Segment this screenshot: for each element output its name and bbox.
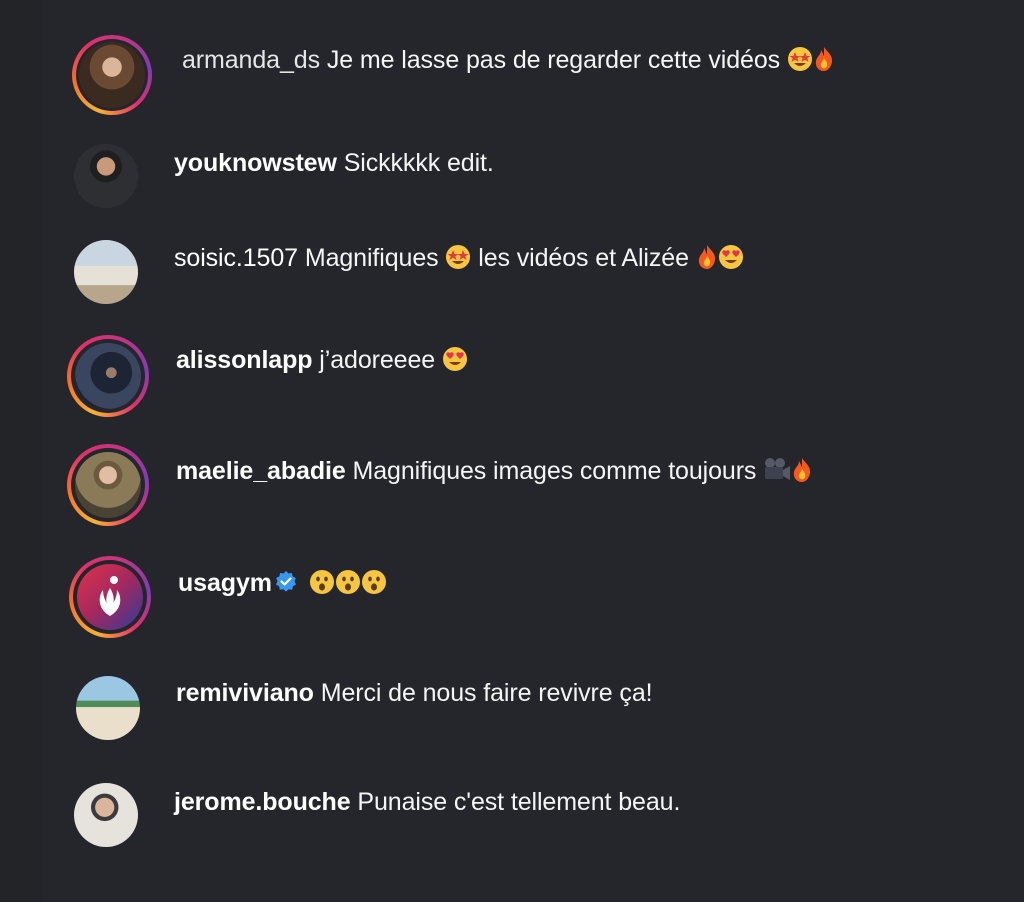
verified-badge-icon (275, 571, 296, 592)
comment-body: Magnifiques (304, 244, 439, 272)
story-ring[interactable] (72, 35, 152, 115)
fire-emoji (815, 47, 833, 71)
comment-username[interactable]: armanda_ds (182, 46, 320, 74)
avatar[interactable] (76, 676, 140, 740)
avatar[interactable] (74, 783, 138, 847)
comment-text: alissonlapp j’adoreeee (176, 345, 468, 375)
comment-username[interactable]: soisic.1507 (174, 244, 298, 272)
star-struck-emoji (787, 47, 812, 71)
astonished-emoji (361, 570, 386, 594)
heart-eyes-emoji (442, 347, 467, 371)
comment-item: soisic.1507 Magnifiques les vidéos et Al… (0, 240, 1024, 304)
comment-text: usagym (178, 568, 387, 598)
comment-text: soisic.1507 Magnifiques les vidéos et Al… (174, 243, 744, 273)
comment-username[interactable]: maelie_abadie (176, 457, 346, 485)
story-ring[interactable] (67, 444, 149, 526)
avatar[interactable] (79, 42, 145, 108)
astonished-emoji (309, 570, 334, 594)
comment-item: armanda_ds Je me lasse pas de regarder c… (0, 35, 1024, 115)
movie-camera-emoji (765, 458, 791, 480)
star-struck-emoji (446, 245, 471, 269)
fire-emoji (794, 458, 811, 482)
comment-username[interactable]: alissonlapp (176, 346, 313, 374)
comment-text: youknowstew Sickkkkk edit. (174, 148, 494, 178)
comment-item: youknowstew Sickkkkk edit. (0, 144, 1024, 208)
comment-text: armanda_ds Je me lasse pas de regarder c… (182, 45, 835, 75)
comment-text: remiviviano Merci de nous faire revivre … (176, 678, 653, 708)
avatar[interactable] (74, 240, 138, 304)
comment-item: maelie_abadie Magnifiques images comme t… (0, 444, 1024, 526)
comment-body-continued: les vidéos et Alizée (478, 244, 689, 272)
comment-body: j’adoreeee (319, 346, 436, 374)
avatar[interactable] (75, 343, 141, 409)
comment-item: alissonlapp j’adoreeee (0, 335, 1024, 417)
comment-body: Je me lasse pas de regarder cette vidéos (326, 46, 781, 74)
comment-item: usagym (0, 556, 1024, 638)
comments-panel: armanda_ds Je me lasse pas de regarder c… (0, 0, 1024, 902)
comment-username[interactable]: youknowstew (174, 149, 337, 177)
comment-body: Merci de nous faire revivre ça! (320, 679, 653, 707)
comment-text: maelie_abadie Magnifiques images comme t… (176, 456, 813, 486)
comment-item: jerome.bouche Punaise c'est tellement be… (0, 783, 1024, 847)
comment-item: remiviviano Merci de nous faire revivre … (0, 673, 1024, 740)
avatar[interactable] (74, 144, 138, 208)
comment-username[interactable]: usagym (178, 569, 272, 597)
comment-text: jerome.bouche Punaise c'est tellement be… (174, 787, 680, 817)
heart-eyes-emoji (718, 245, 743, 269)
comment-username[interactable]: remiviviano (176, 679, 314, 707)
comment-body: Magnifiques images comme toujours (352, 457, 757, 485)
comment-body: Punaise c'est tellement beau. (357, 788, 681, 816)
usagym-logo-icon (99, 576, 121, 616)
comment-username[interactable]: jerome.bouche (174, 788, 351, 816)
avatar[interactable] (77, 564, 143, 630)
comment-body: Sickkkkk edit. (343, 149, 494, 177)
astonished-emoji (335, 570, 360, 594)
story-ring[interactable] (69, 556, 151, 638)
fire-emoji (698, 245, 715, 269)
avatar[interactable] (75, 452, 141, 518)
story-ring[interactable] (67, 335, 149, 417)
